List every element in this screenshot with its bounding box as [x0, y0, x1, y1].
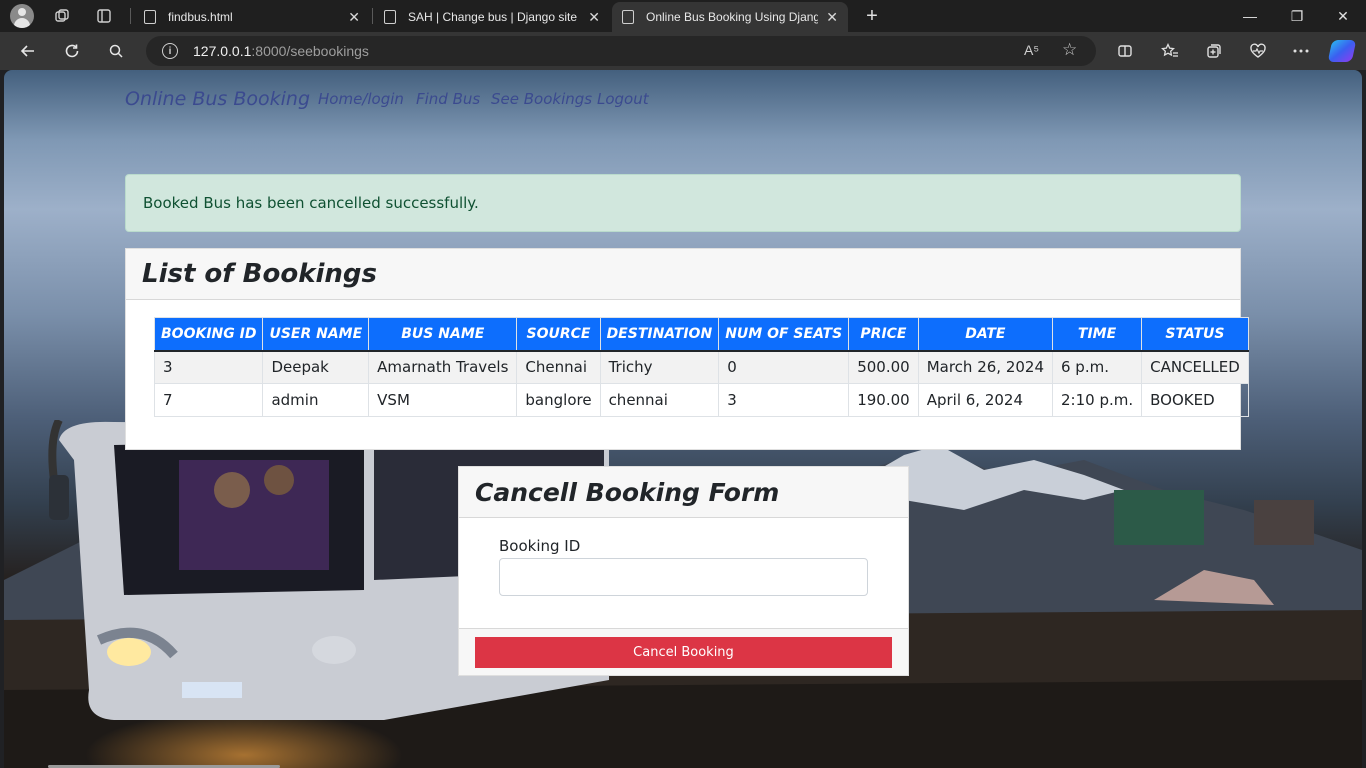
cancel-form-title: Cancell Booking Form — [459, 467, 908, 518]
cell-booking-id: 7 — [153, 383, 264, 417]
bookings-card: List of Bookings BOOKING ID USER NAME BU… — [125, 248, 1249, 450]
favorite-star-icon[interactable]: ☆ — [1062, 40, 1077, 60]
cell-destination: Trichy — [599, 350, 720, 384]
column-header: USER NAME — [262, 317, 370, 352]
cell-date: March 26, 2024 — [917, 350, 1054, 384]
close-window-button[interactable]: ✕ — [1331, 4, 1355, 28]
close-tab-icon[interactable]: ✕ — [348, 9, 360, 26]
column-header: TIME — [1051, 317, 1143, 352]
cell-bus-name: Amarnath Travels — [368, 350, 518, 384]
cell-status: BOOKED — [1141, 383, 1249, 417]
tab-findbus[interactable]: findbus.html ✕ — [134, 2, 370, 32]
refresh-icon[interactable] — [60, 39, 84, 63]
split-screen-icon[interactable] — [1113, 39, 1137, 63]
cell-booking-id: 3 — [153, 350, 264, 384]
browser-toolbar: i 127.0.0.1:8000/seebookings A⁵ ☆ — [0, 32, 1366, 70]
site-info-icon[interactable]: i — [162, 43, 178, 59]
column-header: DATE — [917, 317, 1054, 352]
cancel-booking-button[interactable]: Cancel Booking — [475, 637, 892, 668]
close-tab-icon[interactable]: ✕ — [826, 9, 838, 26]
cell-price: 500.00 — [848, 350, 919, 384]
bookings-table: BOOKING ID USER NAME BUS NAME SOURCE DES… — [153, 317, 1249, 417]
browser-essentials-heart-icon[interactable] — [1246, 39, 1270, 63]
table-row: 7 admin VSM banglore chennai 3 190.00 Ap… — [153, 383, 1249, 417]
more-options-icon[interactable] — [1289, 39, 1313, 63]
nav-home-login[interactable]: Home/login — [318, 90, 404, 108]
cell-user-name: Deepak — [262, 350, 370, 384]
page-viewport: Online Bus Booking Home/login Find Bus S… — [4, 70, 1362, 768]
column-header: DESTINATION — [599, 317, 720, 352]
nav-logout[interactable]: Logout — [597, 90, 649, 108]
read-aloud-icon[interactable]: A⁵ — [1024, 42, 1039, 58]
column-header: SOURCE — [516, 317, 601, 352]
column-header: BUS NAME — [368, 317, 518, 352]
booking-id-input[interactable] — [499, 558, 868, 596]
cell-time: 2:10 p.m. — [1051, 383, 1143, 417]
search-icon[interactable] — [104, 39, 128, 63]
tab-strip: findbus.html ✕ SAH | Change bus | Django… — [0, 0, 1366, 32]
cell-date: April 6, 2024 — [917, 383, 1054, 417]
tab-online-bus-booking[interactable]: Online Bus Booking Using Django ✕ — [612, 2, 848, 32]
favorites-icon[interactable] — [1158, 39, 1182, 63]
page-icon — [384, 10, 396, 24]
collections-icon[interactable] — [1202, 39, 1226, 63]
cell-num-seats: 3 — [718, 383, 850, 417]
address-bar[interactable]: i 127.0.0.1:8000/seebookings A⁵ ☆ — [146, 36, 1096, 66]
page-icon — [622, 10, 634, 24]
cell-status: CANCELLED — [1141, 350, 1249, 384]
success-alert: Booked Bus has been cancelled successful… — [125, 174, 1241, 232]
profile-avatar-icon[interactable] — [10, 4, 34, 28]
bookings-title: List of Bookings — [126, 249, 1240, 300]
cancel-booking-form: Cancell Booking Form Booking ID Cancel B… — [458, 466, 909, 676]
cell-num-seats: 0 — [718, 350, 850, 384]
site-brand[interactable]: Online Bus Booking — [125, 88, 310, 110]
tab-title: SAH | Change bus | Django site admin — [408, 10, 580, 24]
page-icon — [144, 10, 156, 24]
cell-time: 6 p.m. — [1051, 350, 1143, 384]
minimize-button[interactable]: — — [1238, 4, 1262, 28]
cell-price: 190.00 — [848, 383, 919, 417]
nav-find-bus[interactable]: Find Bus — [416, 90, 480, 108]
table-header-row: BOOKING ID USER NAME BUS NAME SOURCE DES… — [153, 317, 1249, 352]
tab-actions-icon[interactable] — [92, 4, 116, 28]
restore-button[interactable]: ❐ — [1285, 4, 1309, 28]
cell-destination: chennai — [599, 383, 720, 417]
new-tab-button[interactable]: + — [860, 4, 884, 28]
column-header: BOOKING ID — [153, 317, 264, 352]
tab-title: findbus.html — [168, 10, 233, 24]
tab-title: Online Bus Booking Using Django — [646, 10, 819, 24]
cancel-form-footer: Cancel Booking — [459, 628, 908, 675]
nav-see-bookings[interactable]: See Bookings — [491, 90, 592, 108]
column-header: NUM OF SEATS — [718, 317, 850, 352]
back-arrow-icon[interactable] — [16, 39, 40, 63]
close-tab-icon[interactable]: ✕ — [588, 9, 600, 26]
alert-message: Booked Bus has been cancelled successful… — [143, 194, 479, 212]
booking-id-label: Booking ID — [499, 537, 581, 555]
cell-source: banglore — [516, 383, 601, 417]
cell-source: Chennai — [516, 350, 601, 384]
table-row: 3 Deepak Amarnath Travels Chennai Trichy… — [153, 350, 1249, 384]
tab-django-admin[interactable]: SAH | Change bus | Django site admin ✕ — [374, 2, 610, 32]
column-header: PRICE — [848, 317, 919, 352]
workspaces-icon[interactable] — [50, 4, 74, 28]
cell-user-name: admin — [262, 383, 370, 417]
address-url[interactable]: 127.0.0.1:8000/seebookings — [193, 43, 369, 59]
cell-bus-name: VSM — [368, 383, 518, 417]
column-header: STATUS — [1141, 317, 1249, 352]
